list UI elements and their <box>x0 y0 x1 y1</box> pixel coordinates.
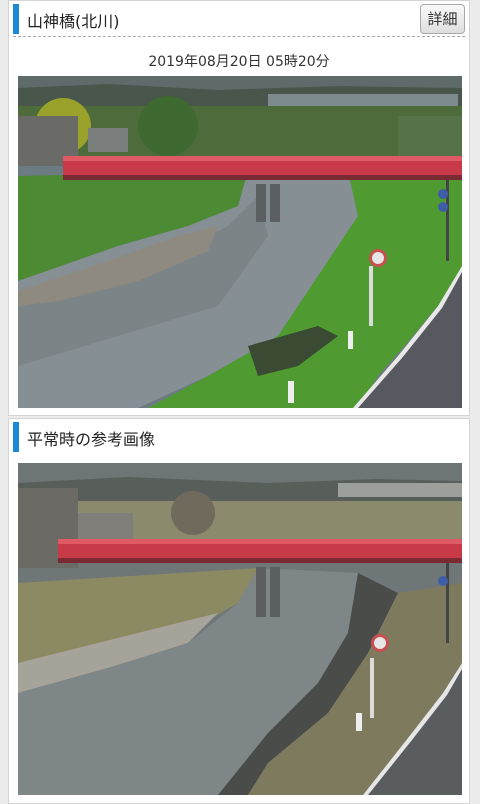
section-accent-bar <box>13 422 19 452</box>
live-camera-image[interactable] <box>18 76 462 408</box>
live-camera-header: 山神橋(北川) 詳細 <box>9 1 469 37</box>
section-accent-bar <box>13 4 19 34</box>
live-camera-card: 山神橋(北川) 詳細 2019年08月20日 05時20分 <box>8 0 470 416</box>
reference-image[interactable] <box>18 463 462 795</box>
reference-header: 平常時の参考画像 <box>9 419 469 455</box>
reference-title: 平常時の参考画像 <box>27 430 156 449</box>
header-divider <box>13 36 465 37</box>
detail-button[interactable]: 詳細 <box>420 4 465 34</box>
camera-title: 山神橋(北川) <box>27 12 120 31</box>
reference-card: 平常時の参考画像 <box>8 418 470 804</box>
capture-timestamp: 2019年08月20日 05時20分 <box>148 54 330 70</box>
